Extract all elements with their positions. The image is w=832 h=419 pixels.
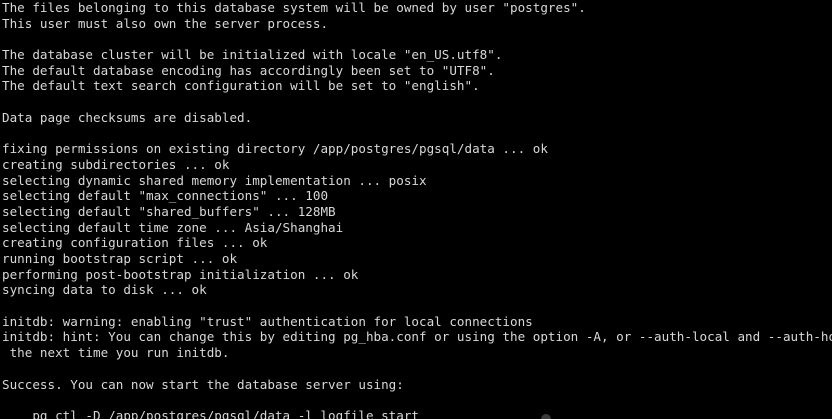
terminal-line: syncing data to disk ... ok	[2, 282, 207, 298]
terminal-line: creating subdirectories ... ok	[2, 156, 230, 172]
terminal-line: the next time you run initdb.	[2, 345, 230, 361]
terminal-line: The default text search configuration wi…	[2, 78, 480, 94]
terminal-line: creating configuration files ... ok	[2, 235, 268, 251]
terminal-line: selecting default "max_connections" ... …	[2, 188, 329, 204]
terminal-line: initdb: warning: enabling "trust" authen…	[2, 313, 533, 329]
mouse-cursor-icon	[541, 414, 551, 419]
terminal-line: Data page checksums are disabled.	[2, 109, 253, 125]
terminal-line: selecting dynamic shared memory implemen…	[2, 172, 427, 188]
terminal-window[interactable]: The files belonging to this database sys…	[0, 0, 832, 419]
terminal-line: running bootstrap script ... ok	[2, 251, 238, 266]
terminal-line: Success. You can now start the database …	[2, 376, 404, 392]
terminal-line: The files belonging to this database sys…	[2, 0, 586, 15]
terminal-line: fixing permissions on existing directory…	[2, 141, 548, 157]
terminal-line: initdb: hint: You can change this by edi…	[2, 329, 832, 345]
terminal-output: The files belonging to this database sys…	[2, 0, 832, 419]
terminal-line: selecting default "shared_buffers" ... 1…	[2, 203, 336, 219]
terminal-line: selecting default time zone ... Asia/Sha…	[2, 219, 344, 235]
terminal-line: This user must also own the server proce…	[2, 15, 329, 31]
terminal-line: The database cluster will be initialized…	[2, 47, 503, 63]
terminal-line: performing post-bootstrap initialization…	[2, 266, 359, 282]
terminal-line: The default database encoding has accord…	[2, 62, 495, 78]
terminal-line: pg_ctl -D /app/postgres/pgsql/data -l lo…	[2, 407, 420, 419]
